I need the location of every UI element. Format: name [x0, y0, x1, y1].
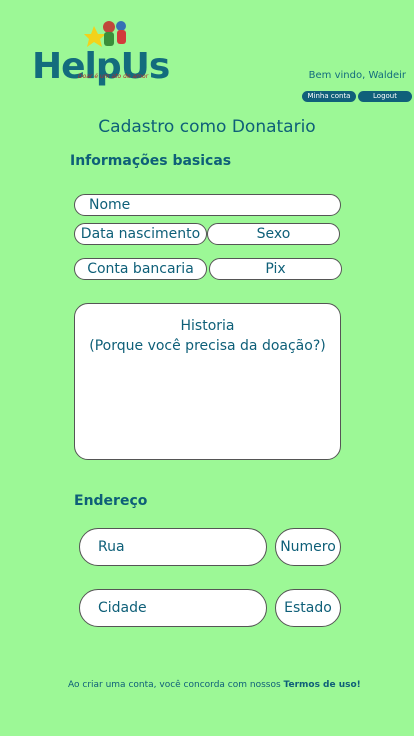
logout-button[interactable]: Logout: [358, 91, 412, 102]
street-field[interactable]: Rua: [79, 528, 267, 566]
page-title: Cadastro como Donatario: [98, 117, 316, 137]
birth-date-field[interactable]: Data nascimento: [74, 223, 207, 245]
history-label: Historia: [180, 318, 235, 334]
welcome-message: Bem vindo, Waldeir: [308, 70, 406, 81]
terms-link[interactable]: Termos de uso!: [284, 680, 361, 690]
city-field[interactable]: Cidade: [79, 589, 267, 627]
terms-text: Ao criar uma conta, você concorda com no…: [68, 680, 284, 690]
terms-notice: Ao criar uma conta, você concorda com no…: [68, 680, 361, 690]
history-hint: (Porque você precisa da doação?): [89, 338, 326, 354]
pix-field[interactable]: Pix: [209, 258, 342, 280]
basic-info-heading: Informações basicas: [70, 153, 232, 169]
logo-text: HelpUs: [32, 46, 170, 87]
state-field[interactable]: Estado: [275, 589, 341, 627]
helpus-logo[interactable]: HelpUs Doar é um ato de amor: [30, 18, 180, 88]
address-heading: Endereço: [74, 493, 148, 509]
number-field[interactable]: Numero: [275, 528, 341, 566]
logo-tagline: Doar é um ato de amor: [78, 73, 149, 80]
bank-account-field[interactable]: Conta bancaria: [74, 258, 207, 280]
my-account-button[interactable]: Minha conta: [302, 91, 356, 102]
name-field[interactable]: Nome: [74, 194, 341, 216]
history-textarea[interactable]: Historia (Porque você precisa da doação?…: [74, 303, 341, 460]
sex-field[interactable]: Sexo: [207, 223, 340, 245]
